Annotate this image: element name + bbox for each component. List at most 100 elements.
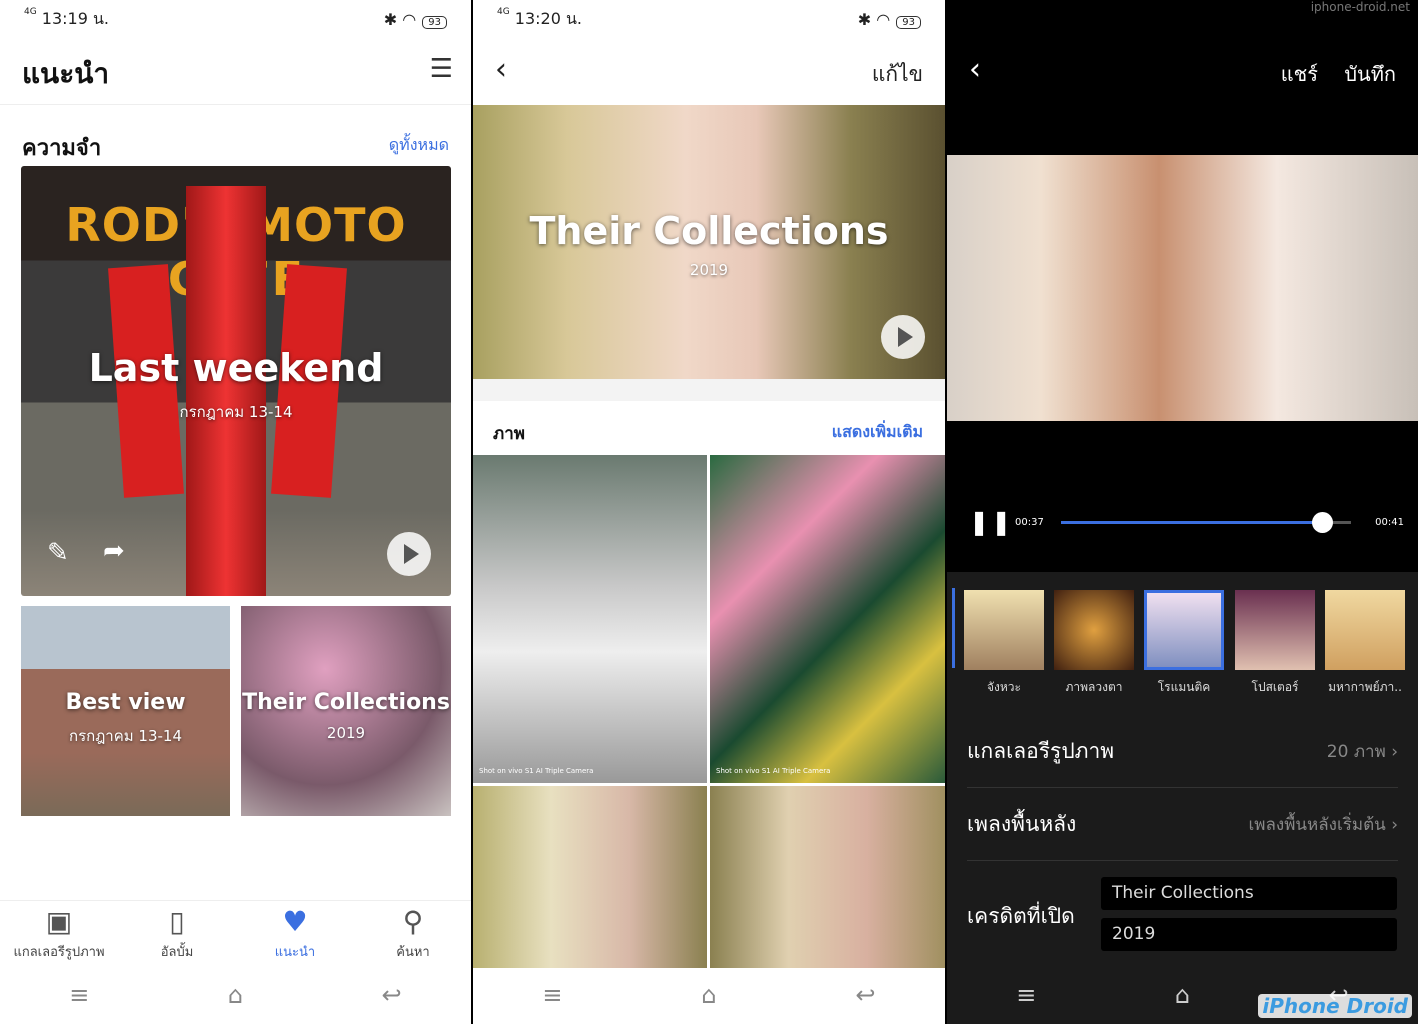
memories-screen: 4G 13:19 น. ✱ ◠ 93 แนะนำ ☰ ความจำ ดูทั้งห… bbox=[0, 0, 471, 1024]
back-icon[interactable]: ↩ bbox=[382, 981, 402, 1009]
memory-detail-screen: 4G 13:20 น. ✱ ◠ 93 ‹ แก้ไข Their Collecti… bbox=[473, 0, 945, 1024]
show-more-link[interactable]: แสดงเพิ่มเติม bbox=[832, 420, 923, 445]
camera-watermark: Shot on vivo S1 AI Triple Camera bbox=[716, 767, 831, 775]
system-nav-bar: ≡ ⌂ ↩ bbox=[473, 966, 945, 1024]
hero-year: 2019 bbox=[689, 261, 729, 279]
play-icon[interactable] bbox=[387, 532, 431, 576]
menu-icon[interactable]: ≡ bbox=[542, 981, 562, 1009]
memory-date: 2019 bbox=[326, 724, 366, 742]
menu-icon[interactable]: ≡ bbox=[1016, 981, 1036, 1009]
memory-title: Their Collections bbox=[242, 690, 450, 715]
nav-label: แนะนำ bbox=[274, 945, 316, 960]
divider bbox=[0, 104, 471, 105]
share-icon[interactable]: ➦ bbox=[103, 536, 125, 566]
search-icon: ⚲ bbox=[402, 905, 424, 938]
theme-thumb-selected[interactable] bbox=[1144, 590, 1224, 670]
back-icon[interactable]: ↩ bbox=[855, 981, 875, 1009]
theme-thumb[interactable] bbox=[964, 590, 1044, 670]
pause-icon[interactable]: ❚❚ bbox=[969, 508, 1013, 536]
memory-date: กรกฎาคม 13-14 bbox=[179, 403, 293, 421]
camera-watermark: Shot on vivo S1 AI Triple Camera bbox=[479, 767, 594, 775]
wifi-icon: ◠ bbox=[402, 9, 417, 29]
nav-label: แกลเลอรีรูปภาพ bbox=[13, 945, 105, 960]
theme-label: โรแมนติค bbox=[1157, 680, 1211, 694]
battery-icon: 93 bbox=[896, 15, 921, 29]
status-time: 13:20 น. bbox=[514, 8, 583, 28]
music-row[interactable]: เพลงพื้นหลัง เพลงพื้นหลังเริ่มต้น › bbox=[967, 789, 1398, 861]
theme-thumb[interactable] bbox=[1054, 590, 1134, 670]
row-label: แกลเลอรีรูปภาพ bbox=[967, 739, 1115, 763]
photos-section-title: ภาพ bbox=[493, 424, 525, 444]
credits-title-input[interactable]: Their Collections bbox=[1101, 877, 1397, 910]
nav-album[interactable]: ▯ อัลบั้ม bbox=[118, 905, 236, 962]
divider bbox=[0, 900, 471, 901]
chevron-right-icon: › bbox=[1391, 742, 1398, 762]
nav-recommend[interactable]: ♥ แนะนำ bbox=[236, 905, 354, 962]
status-bar: 4G 13:20 น. ✱ ◠ 93 bbox=[497, 6, 921, 30]
page-title: แนะนำ bbox=[22, 57, 110, 90]
memory-card-last-weekend[interactable]: ROD'S MOTO CAFE Last weekend กรกฎาคม 13-… bbox=[21, 166, 451, 596]
chevron-right-icon: › bbox=[1391, 815, 1398, 835]
iphone-droid-logo: iPhone Droid bbox=[1258, 994, 1412, 1018]
theme-label: จังหวะ bbox=[987, 680, 1021, 694]
memory-card-their-collections[interactable]: Their Collections 2019 bbox=[241, 606, 451, 816]
menu-icon[interactable]: ≡ bbox=[69, 981, 89, 1009]
back-button[interactable]: ‹ bbox=[969, 52, 981, 87]
seek-bar[interactable] bbox=[1061, 512, 1351, 533]
theme-label: ภาพลวงตา bbox=[1065, 680, 1123, 694]
nav-gallery[interactable]: ▣ แกลเลอรีรูปภาพ bbox=[0, 905, 118, 962]
home-icon[interactable]: ⌂ bbox=[228, 981, 243, 1009]
seek-progress bbox=[1061, 521, 1322, 524]
list-icon[interactable]: ☰ bbox=[430, 54, 453, 84]
bluetooth-icon: ✱ bbox=[857, 9, 872, 29]
recommend-heart-icon: ♥ bbox=[282, 905, 308, 938]
hero-video[interactable]: Their Collections 2019 bbox=[473, 105, 945, 379]
edit-icon[interactable]: ✎ bbox=[47, 538, 69, 568]
share-button[interactable]: แชร์ bbox=[1281, 58, 1318, 90]
album-icon: ▯ bbox=[169, 905, 185, 938]
photo-thumbnail[interactable] bbox=[710, 786, 945, 968]
divider bbox=[473, 379, 945, 401]
row-value: เพลงพื้นหลังเริ่มต้น bbox=[1248, 815, 1386, 835]
home-icon[interactable]: ⌂ bbox=[701, 981, 716, 1009]
nav-label: อัลบั้ม bbox=[160, 945, 194, 960]
status-time: 13:19 น. bbox=[41, 8, 110, 28]
theme-thumb[interactable] bbox=[1325, 590, 1405, 670]
back-button[interactable]: ‹ bbox=[495, 52, 507, 87]
site-watermark: iphone-droid.net bbox=[1310, 0, 1410, 14]
credits-year-input[interactable]: 2019 bbox=[1101, 918, 1397, 951]
home-icon[interactable]: ⌂ bbox=[1175, 981, 1190, 1009]
hero-title: Their Collections bbox=[529, 209, 889, 253]
save-button[interactable]: บันทึก bbox=[1344, 58, 1396, 90]
theme-label: มหากาพย์ภา.. bbox=[1328, 680, 1402, 694]
seek-handle[interactable] bbox=[1312, 512, 1333, 533]
bluetooth-icon: ✱ bbox=[383, 9, 398, 29]
memory-title: Last weekend bbox=[88, 346, 384, 390]
theme-label: โปสเตอร์ bbox=[1251, 680, 1299, 694]
wifi-icon: ◠ bbox=[876, 9, 891, 29]
memory-title: Best view bbox=[65, 690, 186, 715]
credits-label: เครดิตที่เปิด bbox=[967, 904, 1075, 928]
theme-thumb[interactable] bbox=[1235, 590, 1315, 670]
current-time: 00:37 bbox=[1015, 517, 1044, 528]
gallery-row[interactable]: แกลเลอรีรูปภาพ 20 ภาพ › bbox=[967, 716, 1398, 788]
video-editor-screen: iphone-droid.net ‹ แชร์ บันทึก ❚❚ 00:37 … bbox=[947, 0, 1418, 1024]
nav-search[interactable]: ⚲ ค้นหา bbox=[354, 905, 471, 962]
photo-thumbnail[interactable]: Shot on vivo S1 AI Triple Camera bbox=[710, 455, 945, 783]
memory-card-best-view[interactable]: Best view กรกฎาคม 13-14 bbox=[21, 606, 230, 816]
status-bar: 4G 13:19 น. ✱ ◠ 93 bbox=[24, 6, 447, 30]
see-all-link[interactable]: ดูทั้งหมด bbox=[389, 133, 449, 158]
row-label: เพลงพื้นหลัง bbox=[967, 812, 1077, 836]
photo-thumbnail[interactable]: Shot on vivo S1 AI Triple Camera bbox=[473, 455, 707, 783]
row-value: 20 ภาพ bbox=[1326, 742, 1386, 762]
battery-icon: 93 bbox=[422, 15, 447, 29]
video-preview[interactable] bbox=[947, 155, 1418, 421]
network-indicator: 4G bbox=[497, 6, 510, 17]
network-indicator: 4G bbox=[24, 6, 37, 17]
gas-pump bbox=[186, 186, 266, 596]
total-time: 00:41 bbox=[1375, 517, 1404, 528]
photo-thumbnail[interactable] bbox=[473, 786, 707, 968]
play-icon[interactable] bbox=[881, 315, 925, 359]
gallery-icon: ▣ bbox=[45, 905, 73, 938]
edit-button[interactable]: แก้ไข bbox=[872, 58, 923, 91]
